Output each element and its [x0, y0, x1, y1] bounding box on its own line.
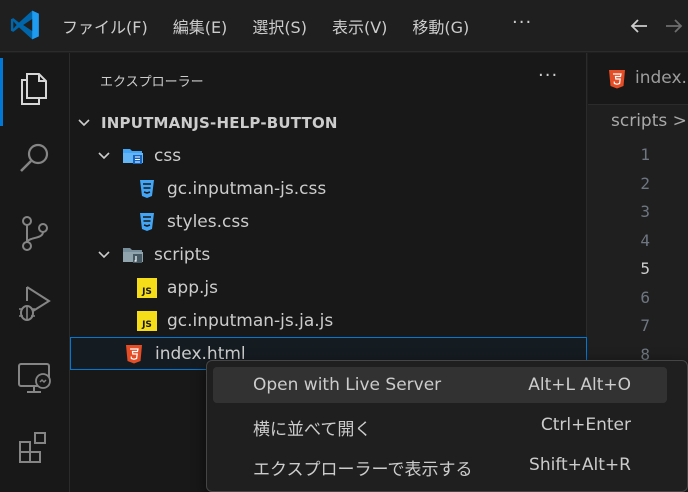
tree-item-label: styles.css: [167, 211, 250, 232]
activity-bar: [0, 53, 70, 492]
tree-item-label: gc.inputman-js.ja.js: [167, 310, 334, 331]
css-file-icon: [140, 212, 154, 231]
context-menu-shortcut: Ctrl+Enter: [540, 415, 631, 435]
menu-more-button[interactable]: ···: [512, 12, 532, 33]
arrow-left-icon[interactable]: [627, 14, 651, 38]
tree-item-scripts-folder[interactable]: scripts: [70, 238, 587, 271]
tree-item-file[interactable]: gc.inputman-js.css: [70, 172, 587, 205]
tree-root-folder[interactable]: INPUTMANJS-HELP-BUTTON: [70, 106, 587, 139]
tree-item-file[interactable]: JS app.js: [70, 271, 587, 304]
vscode-logo-icon: [10, 10, 39, 40]
js-file-icon: JS: [137, 310, 157, 331]
scripts-folder-icon: [123, 247, 143, 263]
remote-explorer-icon[interactable]: [15, 358, 55, 398]
menu-view[interactable]: 表示(V): [332, 14, 387, 38]
line-number: 7: [640, 316, 650, 335]
breadcrumb[interactable]: scripts >: [611, 111, 687, 131]
html-file-icon: [126, 344, 142, 363]
context-menu-shortcut: Alt+L Alt+O: [528, 375, 631, 395]
source-control-icon[interactable]: [15, 213, 55, 253]
line-numbers: 1 2 3 4 5 6 7 8: [588, 141, 650, 369]
context-menu-item-open-live-server[interactable]: Open with Live Server Alt+L Alt+O: [213, 367, 667, 403]
editor-tab[interactable]: index.l: [588, 53, 688, 105]
explorer-title: エクスプローラー: [100, 75, 204, 90]
editor-tab-label: index.l: [635, 68, 688, 88]
explorer-more-button[interactable]: ···: [538, 65, 558, 86]
line-number: 4: [640, 230, 650, 250]
menu-selection[interactable]: 選択(S): [252, 14, 307, 38]
chevron-down-icon: [78, 118, 90, 126]
context-menu: Open with Live Server Alt+L Alt+O 横に並べて開…: [206, 360, 688, 492]
extensions-icon[interactable]: [15, 428, 55, 468]
tree-item-label: css: [154, 145, 182, 166]
svg-text:JS: JS: [141, 320, 152, 330]
tree-item-label: app.js: [167, 277, 218, 298]
line-number: 1: [640, 145, 650, 164]
tree-item-file[interactable]: JS gc.inputman-js.ja.js: [70, 304, 587, 337]
menu-file[interactable]: ファイル(F): [62, 14, 148, 38]
active-indicator: [0, 58, 3, 126]
line-number: 3: [640, 202, 650, 221]
tree-item-label: gc.inputman-js.css: [167, 178, 327, 199]
explorer-icon[interactable]: [15, 68, 55, 108]
context-menu-shortcut: Shift+Alt+R: [529, 455, 631, 475]
context-menu-label: エクスプローラーで表示する: [253, 460, 473, 480]
tree-item-label: scripts: [154, 244, 211, 265]
context-menu-label: Open with Live Server: [253, 375, 442, 395]
line-number-current: 5: [640, 259, 650, 278]
tree-item-file[interactable]: styles.css: [70, 205, 587, 238]
search-icon[interactable]: [15, 138, 55, 178]
menu-go[interactable]: 移動(G): [412, 14, 469, 38]
line-number: 6: [640, 287, 650, 307]
menu-edit[interactable]: 編集(E): [173, 14, 228, 38]
arrow-right-icon[interactable]: [662, 14, 686, 38]
title-bar: ファイル(F) 編集(E) 選択(S) 表示(V) 移動(G) ···: [0, 0, 688, 52]
chevron-down-icon: [98, 250, 110, 258]
js-file-icon: JS: [137, 277, 157, 298]
menu-bar: ファイル(F) 編集(E) 選択(S) 表示(V) 移動(G): [62, 0, 494, 52]
context-menu-item-reveal-in-explorer[interactable]: エクスプローラーで表示する Shift+Alt+R: [213, 447, 667, 483]
tree-root-label: INPUTMANJS-HELP-BUTTON: [101, 113, 338, 132]
html-file-icon: [609, 70, 625, 89]
css-folder-icon: [123, 148, 143, 164]
chevron-down-icon: [98, 151, 110, 159]
context-menu-item-open-to-side[interactable]: 横に並べて開く Ctrl+Enter: [213, 407, 667, 443]
css-file-icon: [140, 179, 154, 198]
svg-text:JS: JS: [141, 287, 152, 297]
line-number: 2: [640, 173, 650, 193]
tree-item-css-folder[interactable]: css: [70, 139, 587, 172]
context-menu-label: 横に並べて開く: [253, 420, 372, 440]
run-debug-icon[interactable]: [15, 283, 55, 323]
